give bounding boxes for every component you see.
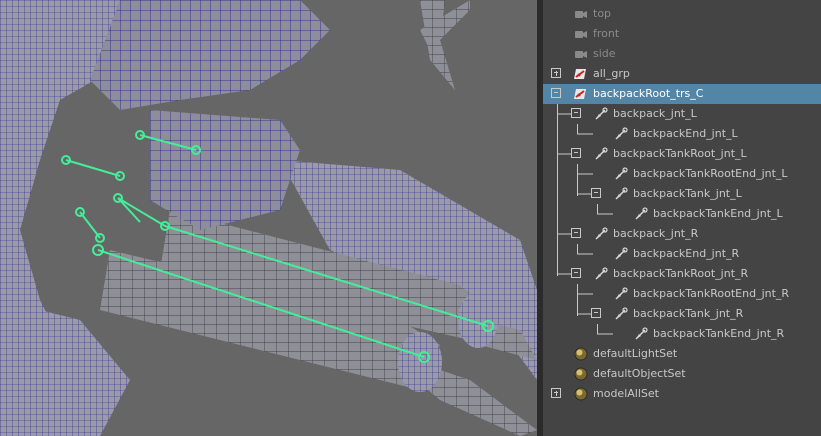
outliner-item-label: all_grp bbox=[593, 67, 630, 80]
joint-icon bbox=[613, 166, 629, 182]
mesh-backpack-block bbox=[150, 110, 300, 230]
outliner-item[interactable]: front bbox=[543, 24, 821, 44]
joint-icon bbox=[613, 126, 629, 142]
outliner-item[interactable]: backpackTank_jnt_R bbox=[543, 304, 821, 324]
collapse-minus-icon[interactable] bbox=[571, 148, 581, 158]
mesh-tank-cap-upper bbox=[458, 292, 498, 348]
outliner-item-label: backpackTank_jnt_L bbox=[633, 187, 742, 200]
outliner-item-label: backpackTankRootEnd_jnt_R bbox=[633, 287, 790, 300]
outliner-item-label: side bbox=[593, 47, 616, 60]
outliner-item-label: backpackTankRootEnd_jnt_L bbox=[633, 167, 788, 180]
outliner-item-label: backpack_jnt_L bbox=[613, 107, 697, 120]
outliner-item-label: backpack_jnt_R bbox=[613, 227, 699, 240]
collapse-minus-icon[interactable] bbox=[551, 88, 561, 98]
expand-plus-icon[interactable] bbox=[551, 388, 561, 398]
mesh-shoulder bbox=[90, 0, 330, 110]
outliner-panel[interactable]: top front side all_grp backpackRoot_trs_Cbac… bbox=[543, 0, 821, 436]
group-transform-icon bbox=[573, 86, 589, 102]
outliner-item-label: backpackTankEnd_jnt_R bbox=[653, 327, 785, 340]
outliner-item-label: defaultLightSet bbox=[593, 347, 678, 360]
collapse-minus-icon[interactable] bbox=[571, 228, 581, 238]
outliner-item[interactable]: backpackTank_jnt_L bbox=[543, 184, 821, 204]
joint-icon bbox=[593, 226, 609, 242]
outliner-item[interactable]: all_grp bbox=[543, 64, 821, 84]
outliner-item-label: defaultObjectSet bbox=[593, 367, 686, 380]
viewport-canvas[interactable] bbox=[0, 0, 537, 436]
mesh-tank-cap-lower bbox=[398, 332, 442, 392]
outliner-item[interactable]: defaultObjectSet bbox=[543, 364, 821, 384]
expand-plus-icon[interactable] bbox=[551, 68, 561, 78]
joint-icon bbox=[613, 306, 629, 322]
joint-icon bbox=[633, 206, 649, 222]
joint-icon bbox=[593, 266, 609, 282]
outliner-item-label: backpackEnd_jnt_L bbox=[633, 127, 738, 140]
outliner-item[interactable]: backpackTankRootEnd_jnt_L bbox=[543, 164, 821, 184]
mesh-lower-left bbox=[0, 300, 130, 436]
outliner-item[interactable]: backpackTankRoot_jnt_L bbox=[543, 144, 821, 164]
viewport-3d[interactable] bbox=[0, 0, 537, 436]
set-sphere-icon bbox=[573, 386, 589, 402]
outliner-item[interactable]: modelAllSet bbox=[543, 384, 821, 404]
outliner-item-label: top bbox=[593, 7, 612, 20]
outliner-item-label: backpackEnd_jnt_R bbox=[633, 247, 740, 260]
outliner-item[interactable]: side bbox=[543, 44, 821, 64]
collapse-minus-icon[interactable] bbox=[591, 308, 601, 318]
outliner-item[interactable]: backpackTankEnd_jnt_R bbox=[543, 324, 821, 344]
outliner-item[interactable]: backpackEnd_jnt_R bbox=[543, 244, 821, 264]
group-transform-icon bbox=[573, 66, 589, 82]
camera-icon bbox=[573, 26, 589, 42]
outliner-item[interactable]: backpackEnd_jnt_L bbox=[543, 124, 821, 144]
outliner-item[interactable]: backpack_jnt_L bbox=[543, 104, 821, 124]
set-sphere-icon bbox=[573, 346, 589, 362]
set-sphere-icon bbox=[573, 366, 589, 382]
outliner-item-label: backpackTankRoot_jnt_R bbox=[613, 267, 749, 280]
outliner-item[interactable]: top bbox=[543, 4, 821, 24]
collapse-minus-icon[interactable] bbox=[591, 188, 601, 198]
joint-icon bbox=[613, 286, 629, 302]
outliner-item-label: modelAllSet bbox=[593, 387, 659, 400]
outliner-item[interactable]: backpackTankRootEnd_jnt_R bbox=[543, 284, 821, 304]
outliner-item-label: backpackTankEnd_jnt_L bbox=[653, 207, 783, 220]
outliner-item[interactable]: backpack_jnt_R bbox=[543, 224, 821, 244]
outliner-item-label: front bbox=[593, 27, 620, 40]
joint-icon bbox=[613, 246, 629, 262]
outliner-item[interactable]: backpackTankRoot_jnt_R bbox=[543, 264, 821, 284]
outliner-item-label: backpackTankRoot_jnt_L bbox=[613, 147, 747, 160]
joint-icon bbox=[593, 146, 609, 162]
camera-icon bbox=[573, 6, 589, 22]
joint-icon bbox=[593, 106, 609, 122]
outliner-item[interactable]: backpackRoot_trs_C bbox=[543, 84, 821, 104]
joint-icon bbox=[633, 326, 649, 342]
collapse-minus-icon[interactable] bbox=[571, 268, 581, 278]
outliner-item[interactable]: defaultLightSet bbox=[543, 344, 821, 364]
joint-icon bbox=[613, 186, 629, 202]
camera-icon bbox=[573, 46, 589, 62]
outliner-item[interactable]: backpackTankEnd_jnt_L bbox=[543, 204, 821, 224]
collapse-minus-icon[interactable] bbox=[571, 108, 581, 118]
outliner-item-label: backpackTank_jnt_R bbox=[633, 307, 744, 320]
outliner-item-label: backpackRoot_trs_C bbox=[593, 87, 704, 100]
